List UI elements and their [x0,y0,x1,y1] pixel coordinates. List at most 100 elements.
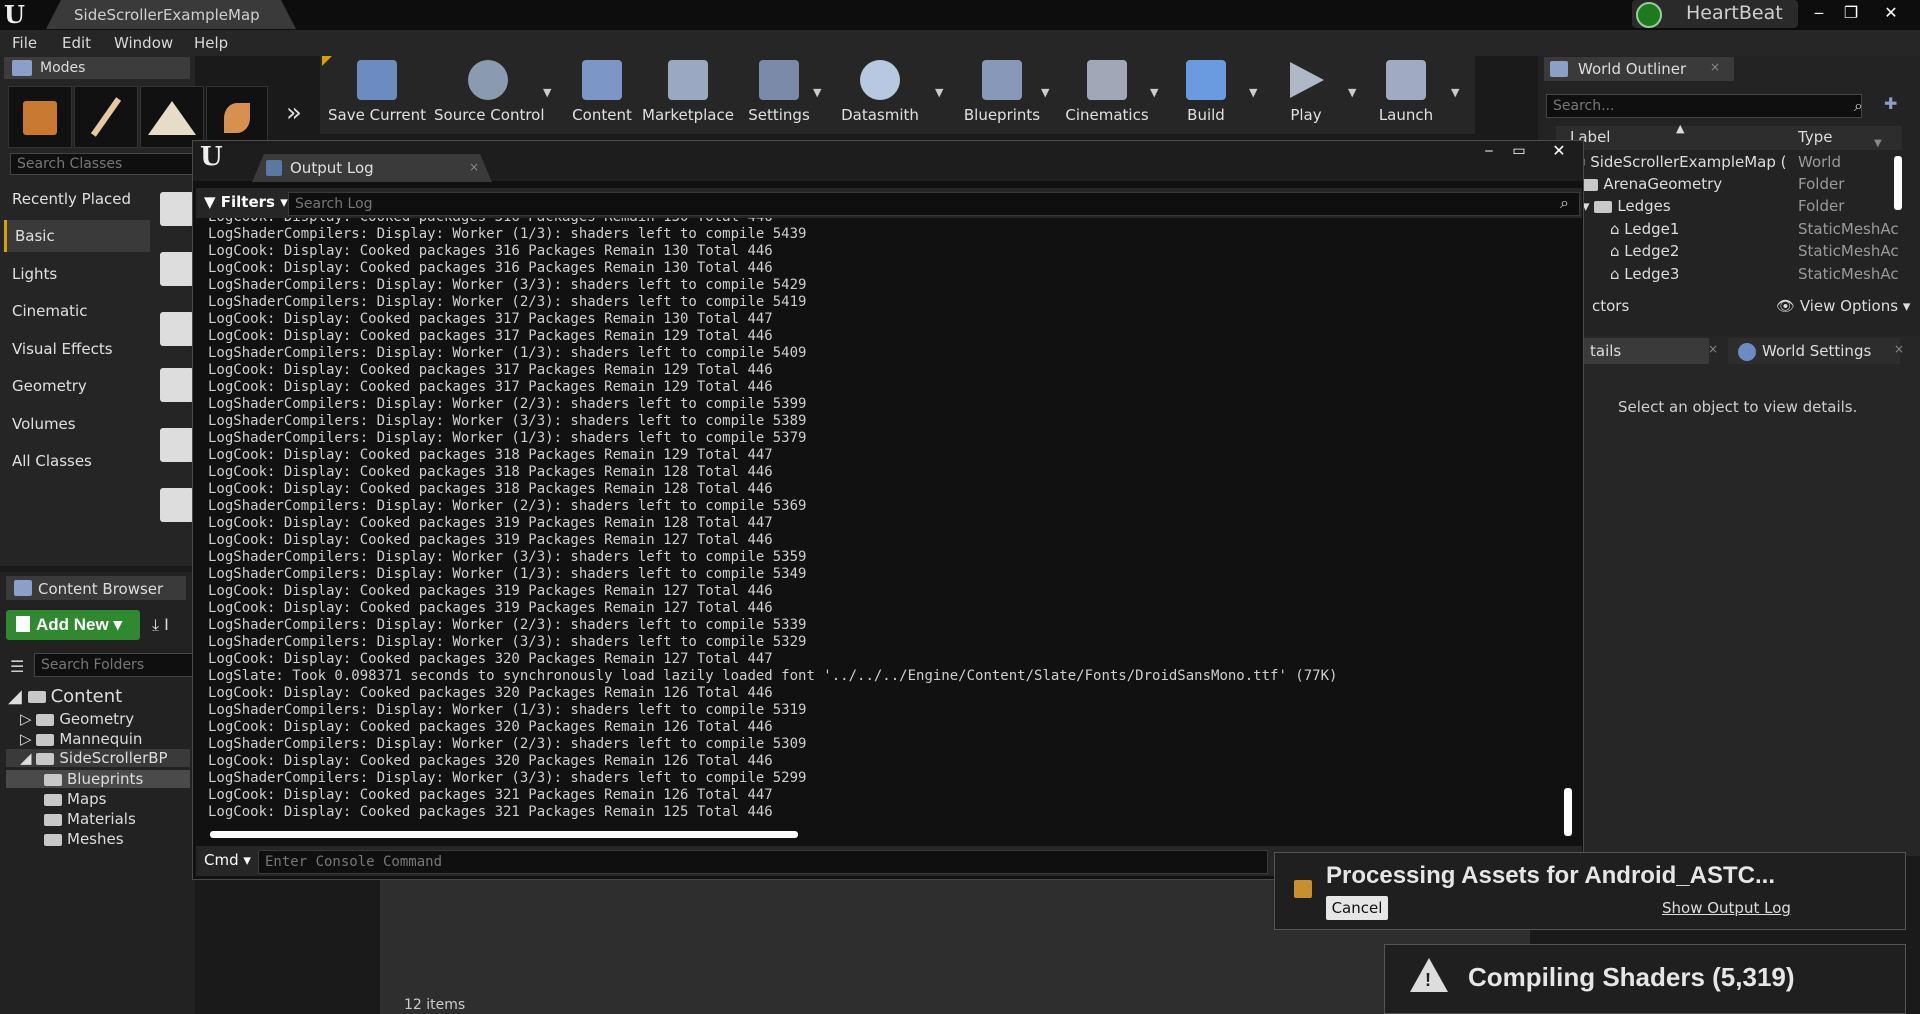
tree-item-sidescrollerbp[interactable]: ◢ SideScrollerBP [6,749,190,767]
output-log-maximize-button[interactable]: ▭ [1506,140,1532,162]
character-thumbnail-icon[interactable] [160,252,194,286]
marketplace-button[interactable]: Marketplace [640,60,736,132]
place-mode-button[interactable] [8,86,72,148]
world-settings-close-icon[interactable]: × [1894,342,1904,356]
outliner-scrollbar[interactable] [1894,156,1902,210]
cmd-dropdown-button[interactable]: Cmd ▾ [204,851,251,869]
add-new-button[interactable]: Add New ▾ [6,610,140,640]
add-new-label: Add New [36,615,109,634]
unreal-logo-icon[interactable]: U [4,2,30,28]
category-basic[interactable]: Basic [4,220,150,252]
column-options-icon[interactable]: ▼ [1874,138,1882,149]
player-start-thumbnail-icon[interactable] [160,428,194,462]
build-icon [1186,60,1226,100]
category-all-classes[interactable]: All Classes [4,445,150,477]
outliner-row-label: SideScrollerExampleMap ( [1590,153,1787,171]
category-geometry[interactable]: Geometry [4,370,150,402]
tree-child-materials[interactable]: Materials [44,810,136,828]
category-volumes[interactable]: Volumes [4,408,150,440]
search-log-input[interactable]: Search Log [288,192,1580,216]
search-folders-input[interactable]: Search Folders [34,653,196,677]
build-dropdown-icon[interactable]: ▼ [1249,86,1257,99]
category-recently-placed[interactable]: Recently Placed [4,183,150,215]
source-control-button[interactable]: Source Control [434,60,545,132]
menu-file[interactable]: File [12,34,37,52]
category-lights[interactable]: Lights [4,258,150,290]
play-dropdown-icon[interactable]: ▼ [1348,86,1356,99]
tree-child-meshes[interactable]: Meshes [44,830,124,848]
output-log-close-button[interactable]: ✕ [1546,140,1572,162]
launch-button[interactable]: Launch [1374,60,1438,132]
outliner-col-type[interactable]: Type [1798,128,1832,146]
close-button[interactable]: ✕ [1878,2,1904,24]
log-output-area[interactable]: LogCook: Display: Cooked packages 316 Pa… [200,218,1570,830]
save-current-button[interactable]: Save Current [328,60,426,132]
cancel-button[interactable]: Cancel [1326,896,1388,920]
tree-child-blueprints[interactable]: Blueprints [6,770,190,788]
cube-thumbnail-icon[interactable] [160,488,194,522]
datasmith-icon [860,60,900,100]
log-line: LogCook: Display: Cooked packages 320 Pa… [208,685,773,701]
launch-dropdown-icon[interactable]: ▼ [1451,86,1459,99]
foliage-mode-button[interactable] [206,86,268,148]
outliner-row[interactable]: ⌂ Ledge1 StaticMeshAc [1560,218,1900,240]
outliner-row[interactable]: ⌂ Ledge2 StaticMeshAc [1560,240,1900,262]
more-modes-icon[interactable]: » [286,98,302,128]
category-visual-effects[interactable]: Visual Effects [4,333,150,365]
log-line: LogCook: Display: Cooked packages 317 Pa… [208,362,773,378]
outliner-row[interactable]: ▾ ⬢ SideScrollerExampleMap (World [1560,151,1900,173]
console-command-input[interactable]: Enter Console Command [258,850,1268,874]
add-filter-icon[interactable]: ✚ [1884,94,1897,113]
maximize-button[interactable]: ❐ [1838,2,1864,24]
menu-edit[interactable]: Edit [62,34,91,52]
outliner-row[interactable]: ▾ ArenaGeometryFolder [1560,173,1900,195]
light-thumbnail-icon[interactable] [160,368,194,402]
output-log-tab-close-icon[interactable]: × [469,160,479,174]
sources-toggle-icon[interactable]: ☰ [10,657,24,676]
build-button[interactable]: Build [1178,60,1234,132]
menu-help[interactable]: Help [194,34,228,52]
view-options-button[interactable]: 👁 View Options ▾ [1776,297,1910,315]
unreal-logo-icon: U [200,142,223,172]
pawn-thumbnail-icon[interactable] [160,312,194,346]
show-output-log-link[interactable]: Show Output Log [1662,899,1791,917]
landscape-mode-button[interactable] [140,86,204,148]
outliner-row[interactable]: ⌂ Ledge3 StaticMeshAc [1560,263,1900,285]
log-horizontal-scrollbar[interactable] [210,831,798,838]
menu-window[interactable]: Window [114,34,173,52]
blueprints-dropdown-icon[interactable]: ▼ [1041,86,1049,99]
import-button[interactable]: ⤓ I [152,610,192,640]
settings-button[interactable]: Settings [744,60,814,132]
outliner-row[interactable]: ▾ Ledges Folder [1560,195,1900,217]
content-button[interactable]: Content [568,60,636,132]
minimize-button[interactable]: ‒ [1806,2,1832,24]
tree-root-content[interactable]: ◢ Content [8,686,122,707]
outliner-search-input[interactable]: Search... [1546,94,1862,118]
tree-item-mannequin[interactable]: ▷ Mannequin [20,730,142,748]
details-empty-message: Select an object to view details. [1618,398,1858,416]
settings-dropdown-icon[interactable]: ▼ [813,86,821,99]
output-log-minimize-button[interactable]: ‒ [1476,140,1502,162]
sphere-thumbnail-icon[interactable] [160,192,194,226]
log-line: LogCook: Display: Cooked packages 316 Pa… [208,260,773,276]
filters-button[interactable]: ▼ Filters ▾ [204,193,288,211]
tree-item-geometry[interactable]: ▷ Geometry [20,710,134,728]
log-vertical-scrollbar[interactable] [1564,788,1572,836]
datasmith-dropdown-icon[interactable]: ▼ [935,86,943,99]
source-control-dropdown-icon[interactable]: ▼ [543,86,551,99]
search-classes-input[interactable]: Search Classes [10,153,194,175]
blueprints-button[interactable]: Blueprints [960,60,1044,132]
outliner-row-label: Ledge1 [1624,220,1680,238]
details-tab-close-icon[interactable]: × [1708,342,1718,356]
level-tab[interactable]: SideScrollerExampleMap [46,0,296,29]
outliner-tab-close-icon[interactable]: × [1710,60,1720,74]
play-button[interactable]: Play [1276,60,1336,132]
datasmith-button[interactable]: Datasmith [838,60,922,132]
cinematics-button[interactable]: Cinematics [1064,60,1150,132]
category-cinematic[interactable]: Cinematic [4,295,150,327]
dropdown-arrow-icon: ▾ [113,615,123,634]
paint-mode-button[interactable] [74,86,138,148]
cinematics-dropdown-icon[interactable]: ▼ [1150,86,1158,99]
tree-child-maps[interactable]: Maps [44,790,106,808]
compiling-shaders-title: Compiling Shaders (5,319) [1468,962,1795,992]
